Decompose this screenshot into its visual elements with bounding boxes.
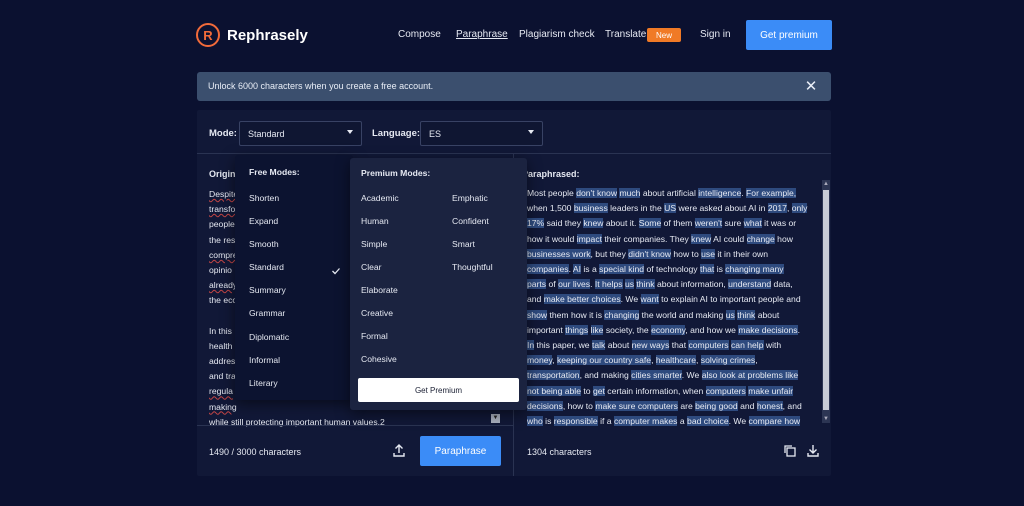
signup-banner: Unlock 6000 characters when you create a… (197, 72, 831, 101)
text-line: the res (209, 234, 236, 245)
text-line: compre (209, 249, 238, 260)
mode-option-informal[interactable]: Informal (249, 355, 280, 365)
mode-option-human[interactable]: Human (361, 216, 389, 226)
download-icon[interactable] (805, 443, 821, 459)
mode-select[interactable]: Standard (239, 121, 362, 146)
premium-modes-menu: Premium Modes: Academic Human Simple Cle… (350, 158, 527, 410)
mode-option-smart[interactable]: Smart (452, 239, 475, 249)
mode-option-shorten[interactable]: Shorten (249, 193, 279, 203)
language-select-value: ES (429, 129, 442, 139)
mode-option-grammar[interactable]: Grammar (249, 308, 285, 318)
text-line: the eco (209, 295, 238, 306)
free-modes-title: Free Modes: (249, 167, 300, 177)
mode-label: Mode: (209, 128, 237, 139)
text-line: opinio (209, 265, 232, 276)
logo-mark-icon: R (196, 23, 220, 47)
paraphrase-button[interactable]: Paraphrase (420, 436, 501, 466)
original-char-count: 1490 / 3000 characters (209, 447, 302, 457)
mode-select-value: Standard (248, 129, 285, 139)
text-line: regula (209, 386, 233, 397)
scrollbar[interactable]: ▲ ▼ (822, 180, 830, 423)
header: R Rephrasely Compose Paraphrase Plagiari… (0, 0, 1024, 70)
mode-option-standard[interactable]: Standard (249, 262, 284, 272)
paraphrased-char-count: 1304 characters (527, 447, 592, 457)
text-line: transfo (209, 204, 236, 215)
sign-in-link[interactable]: Sign in (700, 29, 731, 40)
brand-name: Rephrasely (227, 26, 308, 44)
new-badge: New (647, 28, 681, 42)
divider (197, 153, 831, 154)
mode-option-smooth[interactable]: Smooth (249, 239, 279, 249)
mode-option-summary[interactable]: Summary (249, 285, 286, 295)
get-premium-button[interactable]: Get premium (746, 20, 832, 50)
text-line: health (209, 340, 233, 351)
scroll-thumb[interactable] (823, 190, 829, 410)
scroll-up-icon[interactable]: ▲ (822, 180, 830, 188)
upload-icon[interactable] (391, 443, 407, 459)
text-line: people (209, 219, 235, 230)
text-line: and tra (209, 371, 236, 382)
divider (197, 425, 513, 426)
mode-option-academic[interactable]: Academic (361, 193, 399, 203)
nav-paraphrase[interactable]: Paraphrase (456, 29, 508, 40)
paraphrased-text-area[interactable]: Most people don't know much about artifi… (527, 186, 812, 429)
text-line: already (209, 280, 238, 291)
chevron-down-icon (528, 130, 534, 134)
premium-modes-title: Premium Modes: (361, 168, 431, 178)
get-premium-menu-button[interactable]: Get Premium (358, 378, 519, 402)
close-icon[interactable]: ✕ (800, 76, 822, 98)
nav-translate[interactable]: Translate (605, 29, 646, 40)
text-line: making (209, 401, 237, 412)
paraphrased-title: Paraphrased: (522, 169, 580, 179)
mode-option-simple[interactable]: Simple (361, 239, 387, 249)
text-line: Despite (209, 189, 239, 199)
language-label: Language: (372, 128, 421, 139)
scroll-down-icon[interactable]: ▼ (491, 414, 500, 423)
text-line: addres (209, 356, 236, 367)
mode-option-literary[interactable]: Literary (249, 378, 278, 388)
mode-option-emphatic[interactable]: Emphatic (452, 193, 488, 203)
mode-option-creative[interactable]: Creative (361, 308, 393, 318)
text-line: In this (209, 325, 232, 336)
scroll-down-icon[interactable]: ▼ (822, 415, 830, 423)
copy-icon[interactable] (782, 443, 798, 459)
mode-option-expand[interactable]: Expand (249, 216, 278, 226)
mode-option-diplomatic[interactable]: Diplomatic (249, 332, 289, 342)
nav-plagiarism-check[interactable]: Plagiarism check (519, 29, 595, 40)
chevron-down-icon (347, 130, 353, 134)
mode-option-clear[interactable]: Clear (361, 262, 382, 272)
nav-compose[interactable]: Compose (398, 29, 441, 40)
mode-option-elaborate[interactable]: Elaborate (361, 285, 398, 295)
check-icon (331, 263, 341, 275)
mode-option-confident[interactable]: Confident (452, 216, 489, 226)
language-select[interactable]: ES (420, 121, 543, 146)
free-modes-menu: Free Modes: Shorten Expand Smooth Standa… (235, 155, 353, 400)
mode-option-thoughtful[interactable]: Thoughtful (452, 262, 493, 272)
mode-option-cohesive[interactable]: Cohesive (361, 354, 397, 364)
banner-text: Unlock 6000 characters when you create a… (208, 81, 434, 91)
mode-option-formal[interactable]: Formal (361, 331, 388, 341)
logo[interactable]: R Rephrasely (196, 23, 308, 47)
